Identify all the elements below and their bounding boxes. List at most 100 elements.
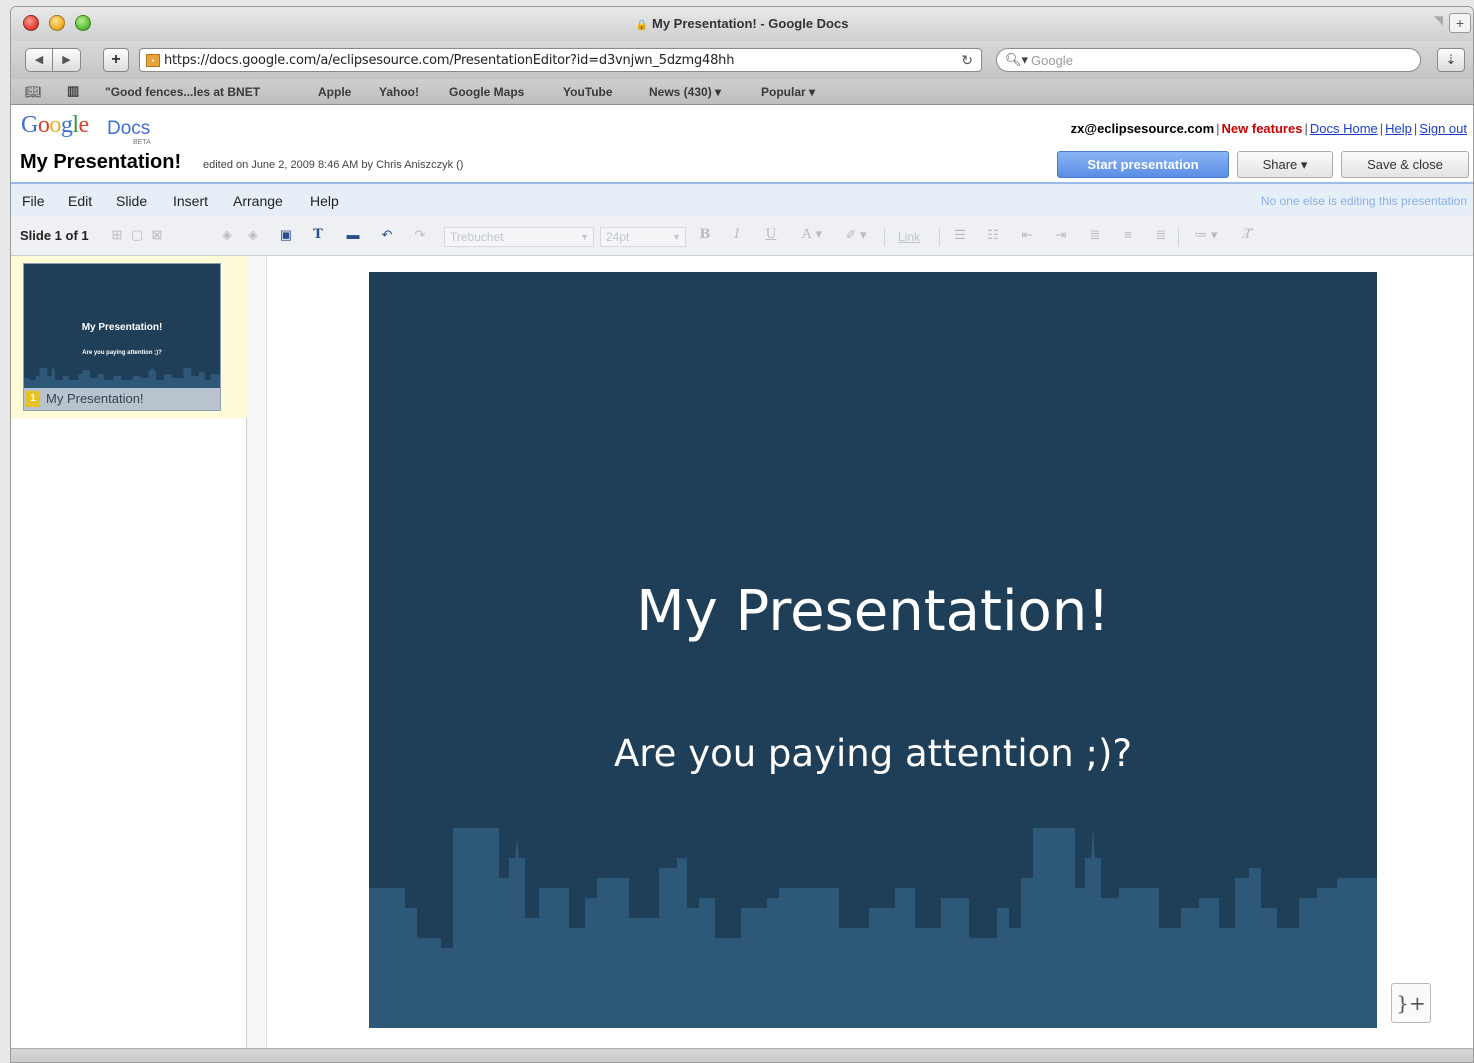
slide-number-badge: 1 [26, 391, 40, 407]
separator: | [1413, 121, 1418, 136]
italic-icon[interactable]: I [728, 226, 746, 244]
move-up-icon[interactable]: ◈ [218, 226, 236, 244]
panel-divider[interactable] [247, 256, 267, 1048]
underline-icon[interactable]: U [762, 226, 780, 244]
align-center-icon[interactable]: ≡ [1119, 226, 1137, 244]
bold-icon[interactable]: B [696, 226, 714, 244]
resize-corner-icon: ◥ [1433, 13, 1443, 27]
user-bar: zx@eclipsesource.com | New features | Docs H… [1071, 121, 1467, 136]
slide-subtitle-text[interactable]: Are you paying attention ;)? [369, 732, 1377, 775]
speaker-notes-icon: }+ [1396, 991, 1426, 1015]
menu-help[interactable]: Help [310, 193, 339, 209]
forward-arrow-icon: ▶ [62, 54, 71, 66]
insert-image-icon[interactable]: ▬ [344, 226, 362, 244]
browser-window: 🔒 My Presentation! - Google Docs ◥ + ◀ ▶ … [10, 6, 1474, 1063]
thumbnail-title: My Presentation! [81, 322, 163, 333]
favicon-icon: ▪ [146, 54, 160, 67]
insert-text-icon[interactable]: T [309, 226, 327, 244]
bookmark-item[interactable]: Apple [318, 85, 351, 99]
increase-indent-icon[interactable]: ⇥ [1052, 226, 1070, 244]
numbered-list-icon[interactable]: ☰ [951, 226, 969, 244]
delete-slide-icon[interactable]: ⊠ [148, 226, 166, 244]
menu-slide[interactable]: Slide [116, 193, 147, 209]
download-icon: ⇣ [1445, 52, 1457, 67]
new-slide-icon[interactable]: ⊞ [108, 226, 126, 244]
save-close-button[interactable]: Save & close [1341, 151, 1469, 178]
bookmark-item[interactable]: Yahoo! [379, 85, 419, 99]
menu-insert[interactable]: Insert [173, 193, 208, 209]
address-bar[interactable]: ▪ https://docs.google.com/a/eclipsesourc… [139, 48, 982, 72]
toolbar-separator [884, 228, 885, 246]
bookmark-item[interactable]: Popular ▾ [761, 85, 815, 99]
menu-edit[interactable]: Edit [68, 193, 92, 209]
separator: | [1379, 121, 1384, 136]
decrease-indent-icon[interactable]: ⇤ [1018, 226, 1036, 244]
thumbnail-subtitle: Are you paying attention ;)? [82, 350, 162, 356]
toolbar-toggle-button[interactable]: + [1449, 13, 1471, 33]
slide-editor[interactable]: My Presentation! Are you paying attentio… [369, 272, 1377, 1028]
search-placeholder: Google [1031, 53, 1073, 68]
slide-thumbnail[interactable]: My Presentation! Are you paying attentio… [23, 263, 221, 411]
highlight-color-icon[interactable]: ✐ ▾ [841, 226, 871, 244]
document-title[interactable]: My Presentation! [20, 151, 181, 174]
font-select[interactable]: Trebuchet ▼ [444, 227, 594, 247]
menu-file[interactable]: File [22, 193, 45, 209]
window-title-text: My Presentation! - Google Docs [651, 16, 849, 31]
line-spacing-icon[interactable]: ≔ ▾ [1191, 226, 1221, 244]
redo-icon[interactable]: ↷ [411, 226, 429, 244]
move-down-icon[interactable]: ◈ [244, 226, 262, 244]
bulleted-list-icon[interactable]: ☷ [984, 226, 1002, 244]
toolbar-separator [939, 228, 940, 246]
new-features-link[interactable]: New features [1222, 121, 1303, 136]
top-sites-grid-icon[interactable]: ▥ [67, 83, 79, 99]
forward-button[interactable]: ▶ [53, 48, 81, 72]
collaboration-status: No one else is editing this presentation [1260, 194, 1467, 208]
plus-icon: + [111, 51, 121, 68]
search-input[interactable]: 🔍︎▾ Google [996, 48, 1421, 72]
docs-logo-text[interactable]: Docs [107, 118, 150, 140]
slide-name: My Presentation! [46, 391, 144, 406]
bookmark-item[interactable]: News (430) ▾ [649, 85, 721, 99]
help-link[interactable]: Help [1385, 121, 1412, 136]
align-right-icon[interactable]: ≣ [1152, 226, 1170, 244]
slide-canvas: My Presentation! Are you paying attentio… [267, 256, 1473, 1048]
speaker-notes-button[interactable]: }+ [1391, 983, 1431, 1023]
font-size-value: 24pt [606, 230, 630, 244]
clear-formatting-icon[interactable]: T̸ [1239, 226, 1257, 244]
share-button[interactable]: Share ▾ [1237, 151, 1333, 178]
sign-out-link[interactable]: Sign out [1419, 121, 1467, 136]
thumbnail-label: 1 My Presentation! [24, 388, 220, 410]
text-color-icon[interactable]: A ▾ [797, 226, 827, 244]
back-arrow-icon: ◀ [34, 54, 44, 66]
chevron-down-icon: ▼ [580, 232, 589, 242]
separator: | [1216, 121, 1220, 136]
align-left-icon[interactable]: ≣ [1086, 226, 1104, 244]
edited-info: edited on June 2, 2009 8:46 AM by Chris … [203, 159, 464, 171]
bookmark-item[interactable]: Google Maps [449, 85, 524, 99]
lock-icon: 🔒 [635, 20, 648, 31]
slide-title-text[interactable]: My Presentation! [369, 579, 1377, 644]
user-email: zx@eclipsesource.com [1070, 121, 1215, 136]
bookmark-item[interactable]: "Good fences...les at BNET [105, 85, 260, 99]
menu-arrange[interactable]: Arrange [233, 193, 283, 209]
back-button[interactable]: ◀ [25, 48, 53, 72]
browser-status-bar [11, 1048, 1473, 1062]
bookmarks-bar: 📖︎ ▥ "Good fences...les at BNET Apple Ya… [11, 79, 1473, 105]
docs-home-link[interactable]: Docs Home [1310, 121, 1378, 136]
url-text: https://docs.google.com/a/eclipsesource.… [164, 53, 735, 68]
navigation-toolbar: ◀ ▶ + ▪ https://docs.google.com/a/eclips… [11, 41, 1473, 79]
font-size-select[interactable]: 24pt ▼ [600, 227, 686, 247]
downloads-button[interactable]: ⇣ [1437, 48, 1465, 72]
link-button[interactable]: Link [898, 230, 920, 244]
bookmark-item[interactable]: YouTube [563, 85, 613, 99]
reload-icon[interactable]: ↻ [961, 52, 973, 69]
duplicate-slide-icon[interactable]: ▢ [128, 226, 146, 244]
google-logo[interactable]: Google [21, 112, 89, 139]
start-presentation-button[interactable]: Start presentation [1057, 151, 1229, 178]
bookmarks-book-icon[interactable]: 📖︎ [25, 84, 42, 100]
undo-icon[interactable]: ↶ [378, 226, 396, 244]
slide-thumbnail-selected[interactable]: My Presentation! Are you paying attentio… [11, 256, 247, 418]
save-icon[interactable]: ▣ [277, 226, 295, 244]
thumbnail-skyline [24, 366, 220, 388]
add-bookmark-button[interactable]: + [103, 48, 129, 72]
